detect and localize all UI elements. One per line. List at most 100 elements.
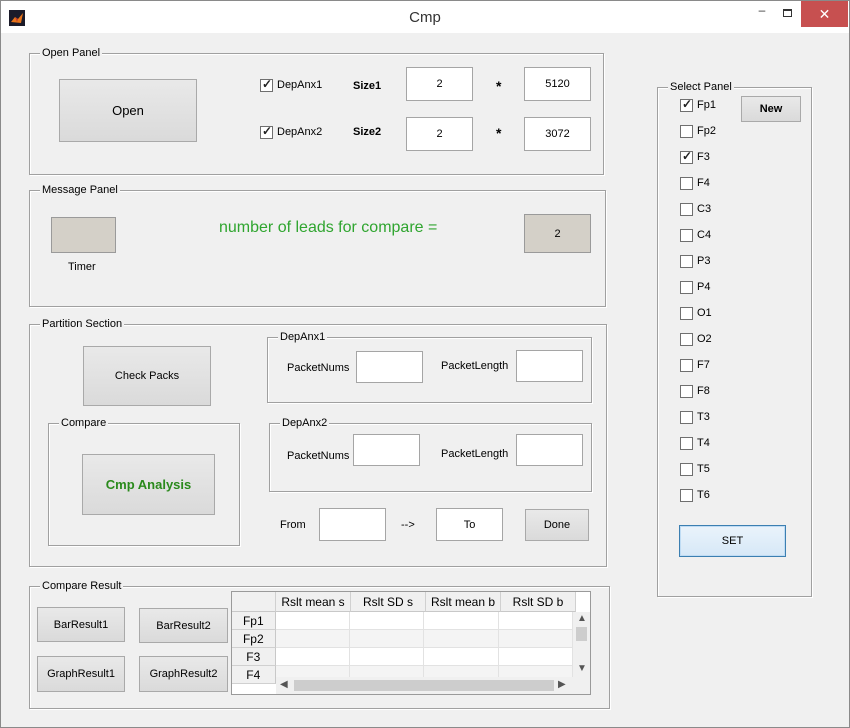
to-input[interactable]: To: [436, 508, 503, 541]
row-header[interactable]: F4: [232, 666, 276, 684]
graph-result-1-button[interactable]: GraphResult1: [37, 656, 125, 692]
channel-checkbox-box[interactable]: [680, 358, 693, 372]
table-cell[interactable]: [349, 612, 425, 630]
check-packs-button[interactable]: Check Packs: [83, 346, 211, 406]
channel-checkbox-f4[interactable]: F4: [680, 176, 710, 190]
scroll-right-icon[interactable]: ▶: [558, 679, 566, 690]
channel-checkbox-box[interactable]: [680, 436, 693, 450]
depanx1-checkbox[interactable]: DepAnx1: [260, 77, 323, 92]
depanx2-packetnums-input[interactable]: [353, 434, 420, 466]
channel-checkbox-label: T3: [697, 411, 710, 423]
close-button[interactable]: ✕: [801, 1, 848, 27]
channel-checkbox-box[interactable]: [680, 228, 693, 242]
figure-area: Open Panel Open DepAnx1 Size1 2 * 5120 D…: [9, 33, 841, 721]
minimize-button[interactable]: –: [749, 1, 775, 27]
channel-checkbox-p4[interactable]: P4: [680, 280, 710, 294]
table-cell[interactable]: [424, 612, 499, 630]
horizontal-scroll-thumb[interactable]: [294, 680, 554, 691]
table-cell[interactable]: [498, 648, 573, 666]
channel-checkbox-box[interactable]: [680, 149, 693, 164]
table-horizontal-scrollbar[interactable]: ◀ ▶: [276, 677, 590, 694]
depanx2-packetlength-input[interactable]: [516, 434, 583, 466]
depanx1-checkbox-box[interactable]: [260, 77, 273, 92]
results-table[interactable]: Rslt mean s Rslt SD s Rslt mean b Rslt S…: [231, 591, 591, 695]
column-header[interactable]: Rslt SD b: [501, 592, 576, 612]
channel-checkbox-box[interactable]: [680, 124, 693, 138]
window-title: Cmp: [409, 9, 441, 26]
done-button[interactable]: Done: [525, 509, 589, 541]
size2-rows-input[interactable]: 2: [406, 117, 473, 151]
from-input[interactable]: [319, 508, 386, 541]
column-header[interactable]: Rslt SD s: [351, 592, 426, 612]
size1-times-label: *: [496, 78, 502, 94]
title-bar[interactable]: Cmp – ✕: [1, 1, 849, 33]
table-vertical-scrollbar[interactable]: ▲ ▼: [573, 612, 590, 678]
depanx2-checkbox[interactable]: DepAnx2: [260, 124, 323, 139]
open-button[interactable]: Open: [59, 79, 197, 142]
depanx1-packetnums-input[interactable]: [356, 351, 423, 383]
table-cell[interactable]: [275, 648, 350, 666]
table-cell[interactable]: [498, 630, 573, 648]
channel-checkbox-box[interactable]: [680, 280, 693, 294]
channel-checkbox-p3[interactable]: P3: [680, 254, 710, 268]
depanx1-packetlength-label: PacketLength: [441, 360, 509, 372]
maximize-button[interactable]: [775, 1, 801, 27]
bar-result-2-button[interactable]: BarResult2: [139, 608, 228, 643]
cmp-analysis-button[interactable]: Cmp Analysis: [82, 454, 215, 515]
channel-checkbox-f3[interactable]: F3: [680, 149, 710, 164]
channel-checkbox-t5[interactable]: T5: [680, 462, 710, 476]
channel-checkbox-f8[interactable]: F8: [680, 384, 710, 398]
column-header[interactable]: Rslt mean b: [426, 592, 501, 612]
row-header[interactable]: F3: [232, 648, 276, 666]
channel-checkbox-box[interactable]: [680, 488, 693, 502]
size1-rows-input[interactable]: 2: [406, 67, 473, 101]
channel-checkbox-box[interactable]: [680, 332, 693, 346]
channel-checkbox-box[interactable]: [680, 176, 693, 190]
scroll-down-icon[interactable]: ▼: [577, 663, 587, 674]
channel-checkbox-o1[interactable]: O1: [680, 306, 712, 320]
depanx1-packetlength-input[interactable]: [516, 350, 583, 382]
channel-checkbox-box[interactable]: [680, 254, 693, 268]
table-cell[interactable]: [349, 648, 425, 666]
channel-checkbox-box[interactable]: [680, 202, 693, 216]
table-cell[interactable]: [275, 612, 350, 630]
row-header[interactable]: Fp1: [232, 612, 276, 630]
channel-checkbox-t6[interactable]: T6: [680, 488, 710, 502]
graph-result-2-button[interactable]: GraphResult2: [139, 656, 228, 692]
channel-checkbox-box[interactable]: [680, 410, 693, 424]
channel-checkbox-o2[interactable]: O2: [680, 332, 712, 346]
channel-checkbox-box[interactable]: [680, 462, 693, 476]
depanx2-checkbox-label: DepAnx2: [277, 126, 323, 138]
channel-checkbox-c4[interactable]: C4: [680, 228, 711, 242]
table-cell[interactable]: [424, 630, 499, 648]
channel-checkbox-fp2[interactable]: Fp2: [680, 124, 716, 138]
size1-label: Size1: [353, 80, 382, 92]
vertical-scroll-thumb[interactable]: [576, 627, 587, 641]
channel-checkbox-fp1[interactable]: Fp1: [680, 97, 716, 112]
scroll-up-icon[interactable]: ▲: [577, 613, 587, 624]
column-header[interactable]: Rslt mean s: [276, 592, 351, 612]
depanx2-checkbox-box[interactable]: [260, 124, 273, 139]
message-text: number of leads for compare =: [219, 219, 438, 236]
channel-checkbox-t4[interactable]: T4: [680, 436, 710, 450]
table-cell[interactable]: [498, 612, 573, 630]
row-header[interactable]: Fp2: [232, 630, 276, 648]
size2-cols-input[interactable]: 3072: [524, 117, 591, 151]
depanx1-checkbox-label: DepAnx1: [277, 79, 323, 91]
channel-checkbox-f7[interactable]: F7: [680, 358, 710, 372]
new-button[interactable]: New: [741, 96, 801, 122]
channel-checkbox-box[interactable]: [680, 384, 693, 398]
channel-checkbox-t3[interactable]: T3: [680, 410, 710, 424]
channel-checkbox-box[interactable]: [680, 97, 693, 112]
channel-checkbox-c3[interactable]: C3: [680, 202, 711, 216]
set-button[interactable]: SET: [679, 525, 786, 557]
channel-checkbox-box[interactable]: [680, 306, 693, 320]
size1-cols-input[interactable]: 5120: [524, 67, 591, 101]
scroll-left-icon[interactable]: ◀: [280, 679, 288, 690]
table-cell[interactable]: [424, 648, 499, 666]
depanx1-packetnums-label: PacketNums: [287, 362, 350, 374]
bar-result-1-button[interactable]: BarResult1: [37, 607, 125, 642]
channel-checkbox-label: O2: [697, 333, 712, 345]
table-cell[interactable]: [349, 630, 425, 648]
table-cell[interactable]: [275, 630, 350, 648]
